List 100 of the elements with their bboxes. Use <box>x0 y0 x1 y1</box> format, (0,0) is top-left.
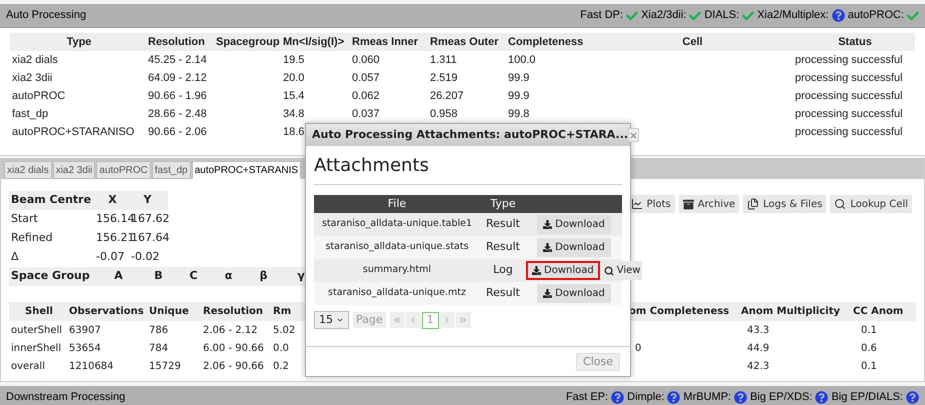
table-cell-text: summary.html <box>362 263 432 278</box>
column-header: γ <box>296 268 306 284</box>
column-header: Y <box>142 192 152 208</box>
column-header: Status <box>837 34 873 50</box>
dialog-title: Auto Processing Attachments: autoPROC+STARA... <box>312 126 628 143</box>
table-cell-text: 5.02 <box>273 324 296 338</box>
download-icon <box>543 220 552 229</box>
status-label: Big EP/DIALS: <box>831 390 903 405</box>
toolbar-button[interactable]: Logs & Files <box>743 195 826 213</box>
status-label: Fast EP: <box>566 390 608 405</box>
table-cell-text: 0.062 <box>352 88 380 104</box>
table-cell-text: xia2 3dii <box>11 70 52 86</box>
column-header: Unique <box>149 305 190 319</box>
search-icon <box>604 266 614 276</box>
download-icon <box>543 243 552 252</box>
chart-icon <box>630 198 643 210</box>
download-button[interactable]: Download <box>537 215 611 234</box>
page-label: Page <box>353 312 386 328</box>
table-cell-text: 99.9 <box>508 70 530 86</box>
close-button[interactable] <box>628 128 640 142</box>
column-header: Cell <box>681 34 704 50</box>
table-cell-text: 167.64 <box>131 230 168 246</box>
table-cell-text: 45.25 - 2.14 <box>148 52 207 68</box>
table-cell-text: 0.2 <box>273 360 290 374</box>
table-cell-text: 90.66 - 2.06 <box>148 124 207 140</box>
search-icon <box>834 198 846 210</box>
table-cell-text: autoPROC+STARANISO <box>11 124 134 140</box>
column-header: A <box>113 268 124 284</box>
table-cell-text: Start <box>10 211 39 228</box>
table-cell-text: autoPROC <box>11 88 66 104</box>
status-label: Xia2/3dii: <box>641 8 686 24</box>
column-header: Rm <box>273 305 292 319</box>
section-title: Auto Processing <box>6 8 86 24</box>
table-cell-text: 90.66 - 1.96 <box>148 88 207 104</box>
table-cell-text: Result <box>485 239 521 256</box>
caret-icon <box>336 316 344 324</box>
table-cell-text: Result <box>485 285 521 302</box>
column-header: Space Group <box>10 268 91 284</box>
column-header: Resolution <box>148 34 206 50</box>
first-page-button[interactable] <box>390 312 405 328</box>
tab[interactable]: xia2 3dii <box>52 161 96 179</box>
tab[interactable]: autoPROC <box>96 161 151 179</box>
download-icon <box>532 266 541 275</box>
view-button[interactable]: View <box>602 261 642 280</box>
column-header: Completeness <box>508 34 584 50</box>
table-cell-text: 167.62 <box>131 211 168 228</box>
table-cell-text: Refined <box>10 230 54 246</box>
page-size-select[interactable]: 15 <box>314 311 349 329</box>
column-header: Type <box>66 34 92 50</box>
table-cell-text: staraniso_alldata-unique.table1 <box>320 217 474 232</box>
tab[interactable]: autoPROC+STARANIS <box>192 161 302 179</box>
column-header: Observations <box>69 305 145 319</box>
table-cell-text: 43.3 <box>746 324 770 338</box>
table-cell-text: innerShell <box>10 342 62 356</box>
tab[interactable]: xia2 dials <box>4 161 52 179</box>
table-cell-text: 99.9 <box>508 88 530 104</box>
previous-page-button[interactable] <box>406 312 421 328</box>
tab[interactable]: fast_dp <box>152 161 191 179</box>
column-header: X <box>107 192 118 208</box>
last-page-button[interactable] <box>456 312 471 328</box>
next-page-button[interactable] <box>440 312 455 328</box>
table-cell-text: 0.060 <box>352 52 380 68</box>
download-icon <box>543 289 552 298</box>
table-cell-text: xia2 dials <box>11 52 58 68</box>
table-cell-text: 28.66 - 2.48 <box>148 106 207 122</box>
column-header: B <box>153 268 164 284</box>
table-cell-text: 20.0 <box>283 70 304 86</box>
table-cell-text: processing successful <box>795 70 903 86</box>
toolbar-button[interactable]: Lookup Cell <box>830 195 912 213</box>
table-cell-text: -0.07 <box>96 249 126 266</box>
table-cell-text: 64.09 - 2.12 <box>148 70 207 86</box>
table-cell-text: 100.0 <box>508 52 536 68</box>
column-header: Spacegroup <box>216 34 281 50</box>
table-cell-text: 15.4 <box>283 88 304 104</box>
table-cell-text: 42.3 <box>746 360 770 374</box>
column-header: Mn<I/sig(I)> <box>283 34 346 50</box>
double-chevron-right-icon <box>458 315 468 325</box>
section-title: Downstream Processing <box>6 390 126 405</box>
files-icon <box>747 198 760 210</box>
table-cell-text: 0.037 <box>352 106 380 122</box>
column-header: β <box>258 268 268 284</box>
table-cell-text: 6.00 - 90.66 <box>203 342 265 356</box>
download-button[interactable]: Download <box>537 238 611 257</box>
table-cell-text: 2.06 - 90.66 <box>203 360 265 374</box>
table-cell-text: 19.5 <box>283 52 304 68</box>
table-cell-text: processing successful <box>795 106 903 122</box>
column-header: Rmeas Outer <box>430 34 500 50</box>
status-label: Xia2/Multiplex: <box>757 8 829 24</box>
status-label: Fast DP: <box>580 8 624 24</box>
toolbar-button[interactable]: Archive <box>678 195 740 213</box>
download-button[interactable]: Download <box>537 284 611 303</box>
table-cell-text: fast_dp <box>11 106 48 122</box>
column-header: Beam Centre <box>10 192 92 208</box>
status-label: DIALS: <box>704 8 740 24</box>
close-icon <box>629 130 638 140</box>
download-button[interactable]: Download <box>526 261 600 280</box>
table-cell-text: 0 <box>634 342 642 356</box>
table-cell-text: 156.21 <box>96 230 131 246</box>
table-cell-text: 99.8 <box>508 106 530 122</box>
column-header: C <box>188 268 199 284</box>
